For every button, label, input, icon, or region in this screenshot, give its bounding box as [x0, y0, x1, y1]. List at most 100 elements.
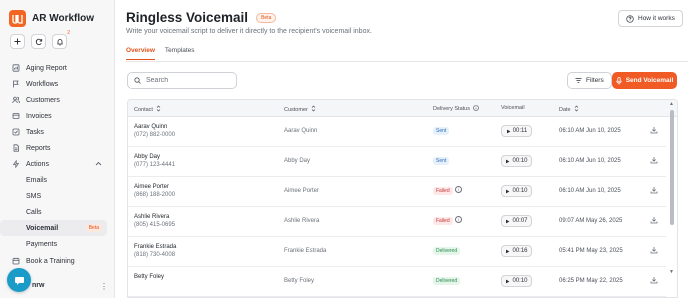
sidebar-item-aging-report[interactable]: Aging Report	[0, 60, 115, 76]
column-label: Date	[559, 106, 571, 113]
voicemail-duration: 00:10	[512, 158, 528, 164]
column-label: Delivery Status	[433, 106, 470, 112]
search-input[interactable]	[146, 77, 234, 84]
sidebar-item-label: Calls	[26, 208, 42, 216]
play-voicemail-button[interactable]: 00:10	[501, 185, 532, 197]
column-delivery-status: Delivery Status	[433, 105, 479, 113]
table-scrollbar[interactable]: ▲ ▼	[669, 101, 675, 276]
play-icon	[506, 159, 510, 163]
voicemail-duration: 00:16	[512, 248, 528, 254]
download-icon[interactable]	[650, 126, 658, 136]
chat-button[interactable]	[7, 268, 31, 292]
filters-button[interactable]: Filters	[567, 72, 612, 89]
contact-phone: (805) 415-0695	[134, 222, 176, 228]
add-button[interactable]	[10, 34, 25, 49]
table-row[interactable]: Ashlie Rivera (805) 415-0695 Ashlie Rivera…	[128, 207, 666, 237]
refresh-button[interactable]	[31, 34, 46, 49]
sidebar-item-voicemail[interactable]: Voicemail Beta	[0, 220, 107, 236]
info-icon[interactable]	[473, 105, 479, 113]
invoice-icon	[11, 112, 20, 121]
sidebar-item-actions[interactable]: Actions	[0, 156, 115, 172]
play-voicemail-button[interactable]: 00:16	[501, 245, 532, 257]
sidebar-item-invoices[interactable]: Invoices	[0, 108, 115, 124]
column-customer[interactable]: Customer	[284, 105, 316, 114]
more-vertical-icon[interactable]: ⋮	[100, 282, 108, 291]
contact-phone: (868) 188-2000	[134, 192, 176, 198]
contact-phone: (077) 123-4441	[134, 162, 176, 168]
user-name[interactable]: nrw	[32, 282, 44, 289]
customer-name[interactable]: Ashlie Rivera	[284, 218, 319, 224]
table-row[interactable]: Abby Day (077) 123-4441 Abby Day Sent 00:10 0…	[128, 147, 666, 177]
customer-name[interactable]: Frankie Estrada	[284, 248, 326, 254]
sent-date: 09:07 AM May 26, 2025	[559, 218, 623, 224]
sidebar-item-tasks[interactable]: Tasks	[0, 124, 115, 140]
sidebar-item-label: Emails	[26, 176, 48, 184]
voicemail-duration: 00:11	[512, 128, 528, 134]
table-row[interactable]: Aimee Porter (868) 188-2000 Aimee Porter Fa…	[128, 177, 666, 207]
download-icon[interactable]	[650, 156, 658, 166]
table-row[interactable]: Betty Foley Betty Foley Delivered 00:10 06:2…	[128, 267, 666, 297]
voicemail-duration: 00:10	[512, 188, 528, 194]
download-icon[interactable]	[650, 216, 658, 226]
customer-name[interactable]: Betty Foley	[284, 278, 314, 284]
send-voicemail-label: Send Voicemail	[625, 77, 674, 84]
sidebar-item-workflows[interactable]: Workflows	[0, 76, 115, 92]
sent-date: 06:25 PM May 22, 2025	[559, 278, 623, 284]
sidebar-item-sms[interactable]: SMS	[0, 188, 115, 204]
column-contact[interactable]: Contact	[134, 105, 161, 114]
play-voicemail-button[interactable]: 00:10	[501, 155, 532, 167]
sidebar-item-reports[interactable]: Reports	[0, 140, 115, 156]
scroll-thumb[interactable]	[670, 110, 674, 225]
sidebar-item-label: Actions	[26, 160, 49, 168]
download-icon[interactable]	[650, 246, 658, 256]
customer-name[interactable]: Aimee Porter	[284, 188, 319, 194]
microphone-icon	[616, 76, 622, 84]
sidebar-item-customers[interactable]: Customers	[0, 92, 115, 108]
sidebar-item-payments[interactable]: Payments	[0, 236, 115, 252]
plus-icon	[14, 38, 21, 45]
sidebar-item-calls[interactable]: Calls	[0, 204, 115, 220]
app-logo[interactable]: AR Workflow	[9, 10, 94, 27]
sidebar-item-book-training[interactable]: Book a Training	[0, 253, 115, 269]
sidebar-item-label: SMS	[26, 192, 42, 200]
page-subtitle: Write your voicemail script to deliver i…	[126, 28, 372, 35]
column-voicemail: Voicemail	[501, 105, 525, 111]
reports-icon	[11, 144, 20, 153]
info-icon[interactable]: i	[455, 216, 462, 223]
contact-name: Aimee Porter	[134, 184, 170, 190]
table-row[interactable]: Frankie Estrada (818) 730-4008 Frankie Est…	[128, 237, 666, 267]
sidebar-item-label: Tasks	[26, 128, 44, 136]
report-icon	[11, 64, 20, 73]
chevron-up-icon[interactable]	[95, 161, 102, 168]
customer-name[interactable]: Aarav Quinn	[284, 128, 317, 134]
contact-phone: (072) 882-0000	[134, 132, 176, 138]
search-box[interactable]	[127, 72, 237, 89]
users-icon	[11, 96, 20, 105]
download-icon[interactable]	[650, 186, 658, 196]
download-icon[interactable]	[650, 276, 658, 286]
play-voicemail-button[interactable]: 00:07	[501, 215, 532, 227]
calendar-icon	[11, 257, 20, 266]
contact-phone: (818) 730-4008	[134, 252, 176, 258]
info-icon[interactable]: i	[455, 186, 462, 193]
send-voicemail-button[interactable]: Send Voicemail	[612, 72, 677, 89]
play-voicemail-button[interactable]: 00:10	[501, 275, 532, 287]
status-badge: Failed	[433, 217, 453, 225]
sent-date: 05:41 PM May 23, 2025	[559, 248, 623, 254]
table-header: Contact Customer Delivery Status Voicema…	[128, 100, 677, 117]
play-icon	[506, 219, 510, 223]
tab-templates[interactable]: Templates	[165, 47, 195, 60]
column-date[interactable]: Date	[559, 105, 579, 114]
bolt-icon	[11, 160, 20, 169]
table-row[interactable]: Aarav Quinn (072) 882-0000 Aarav Quinn Sent…	[128, 117, 666, 147]
page-title: Ringless Voicemail	[126, 10, 249, 25]
play-voicemail-button[interactable]: 00:11	[501, 125, 532, 137]
notifications-button[interactable]: 2	[52, 30, 70, 49]
how-it-works-button[interactable]: How it works	[618, 10, 683, 27]
scroll-up-icon[interactable]: ▲	[669, 101, 674, 107]
tab-overview[interactable]: Overview	[126, 47, 155, 60]
sidebar-item-emails[interactable]: Emails	[0, 172, 115, 188]
scroll-down-icon[interactable]: ▼	[669, 269, 674, 275]
customer-name[interactable]: Abby Day	[284, 158, 310, 164]
column-label: Contact	[134, 106, 153, 113]
